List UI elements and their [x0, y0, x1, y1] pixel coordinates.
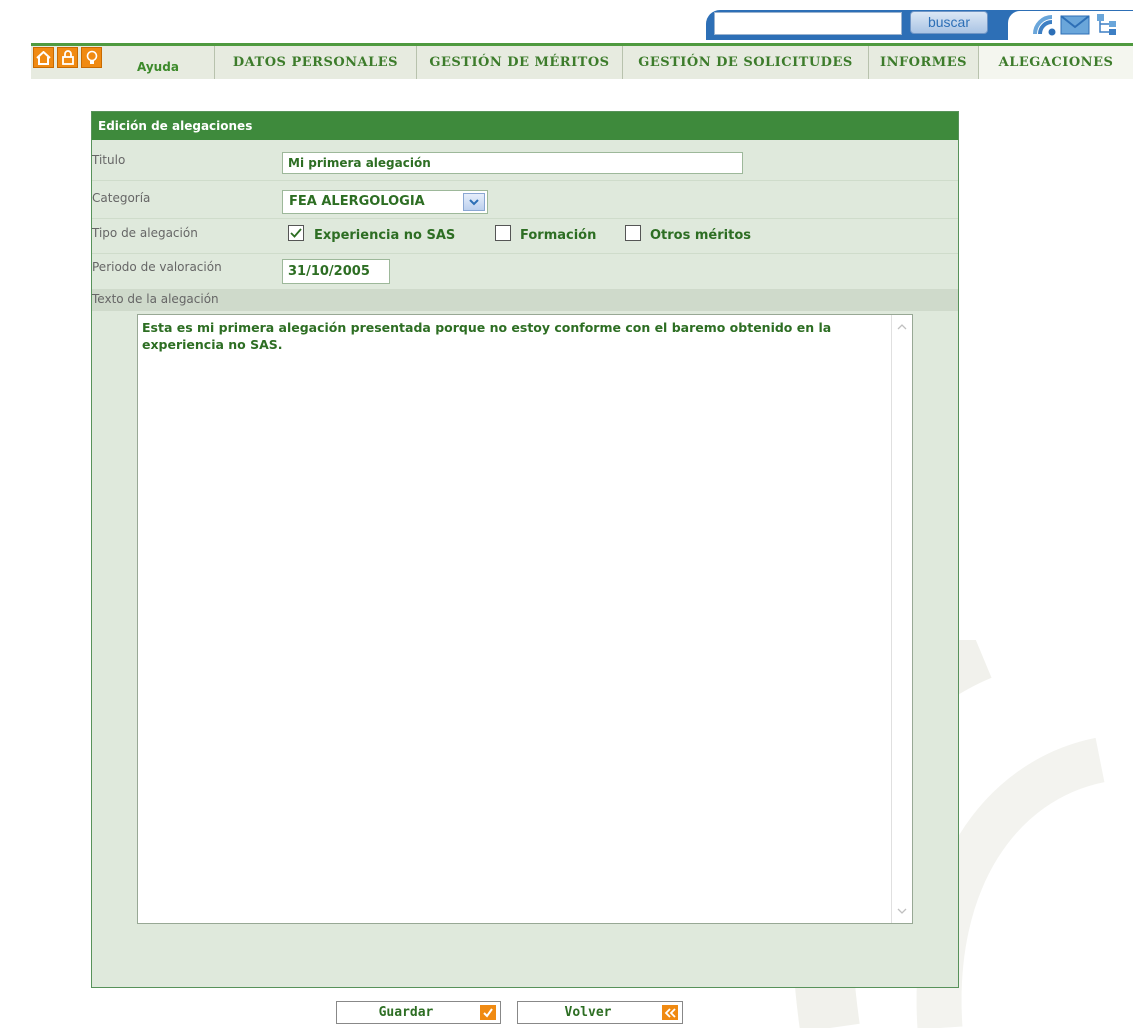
tab-alegaciones[interactable]: ALEGACIONES [978, 46, 1133, 79]
categoria-select[interactable]: FEA ALERGOLOGIA [282, 190, 488, 214]
mail-icon[interactable] [1060, 15, 1090, 35]
home-icon[interactable] [33, 47, 54, 68]
scroll-up-icon[interactable] [893, 319, 911, 335]
panel-header: Edición de alegaciones [92, 112, 958, 140]
check-icon [480, 1005, 496, 1020]
lock-icon[interactable] [57, 47, 78, 68]
row-divider [92, 253, 958, 254]
texto-content: Esta es mi primera alegación presentada … [142, 320, 832, 352]
alegacion-form-panel: Edición de alegaciones Titulo Mi primera… [91, 111, 959, 988]
experiencia-checkbox[interactable] [288, 225, 304, 241]
formacion-label: Formación [520, 228, 597, 243]
texto-header-band [92, 289, 958, 311]
bulb-icon[interactable] [81, 47, 102, 68]
periodo-input[interactable]: 31/10/2005 [282, 259, 390, 284]
categoria-label: Categoría [92, 191, 151, 205]
texto-textarea[interactable]: Esta es mi primera alegación presentada … [137, 314, 913, 924]
search-input[interactable] [714, 12, 902, 35]
panel-title: Edición de alegaciones [98, 119, 253, 133]
otros-meritos-checkbox[interactable] [625, 225, 641, 241]
chevron-down-icon[interactable] [463, 193, 485, 211]
titulo-label: Titulo [92, 153, 126, 167]
row-divider [92, 180, 958, 181]
otros-meritos-label: Otros méritos [650, 228, 751, 243]
tipo-label: Tipo de alegación [92, 226, 198, 240]
tab-informes[interactable]: INFORMES [868, 46, 978, 79]
guardar-button[interactable]: Guardar [336, 1001, 501, 1024]
experiencia-label: Experiencia no SAS [314, 228, 456, 243]
scroll-down-icon[interactable] [893, 903, 911, 919]
volver-button[interactable]: Volver [517, 1001, 683, 1024]
volver-label: Volver [564, 1005, 612, 1020]
tab-gestion-meritos[interactable]: GESTIÓN DE MÉRITOS [416, 46, 622, 79]
tab-datos-personales[interactable]: DATOS PERSONALES [214, 46, 416, 79]
formacion-checkbox[interactable] [495, 225, 511, 241]
texto-label: Texto de la alegación [92, 292, 219, 306]
titulo-input[interactable]: Mi primera alegación [282, 152, 743, 174]
categoria-selected-value: FEA ALERGOLOGIA [289, 194, 425, 209]
tab-gestion-solicitudes[interactable]: GESTIÓN DE SOLICITUDES [622, 46, 868, 79]
rewind-icon [662, 1005, 678, 1020]
search-button[interactable]: buscar [910, 11, 988, 34]
row-divider [92, 218, 958, 219]
quick-icons [33, 47, 102, 68]
textarea-scrollbar[interactable] [891, 315, 912, 923]
help-link[interactable]: Ayuda [137, 60, 179, 74]
sitemap-icon[interactable] [1096, 13, 1118, 37]
periodo-label: Periodo de valoración [92, 260, 222, 274]
rss-icon[interactable] [1032, 14, 1058, 36]
guardar-label: Guardar [378, 1005, 434, 1020]
